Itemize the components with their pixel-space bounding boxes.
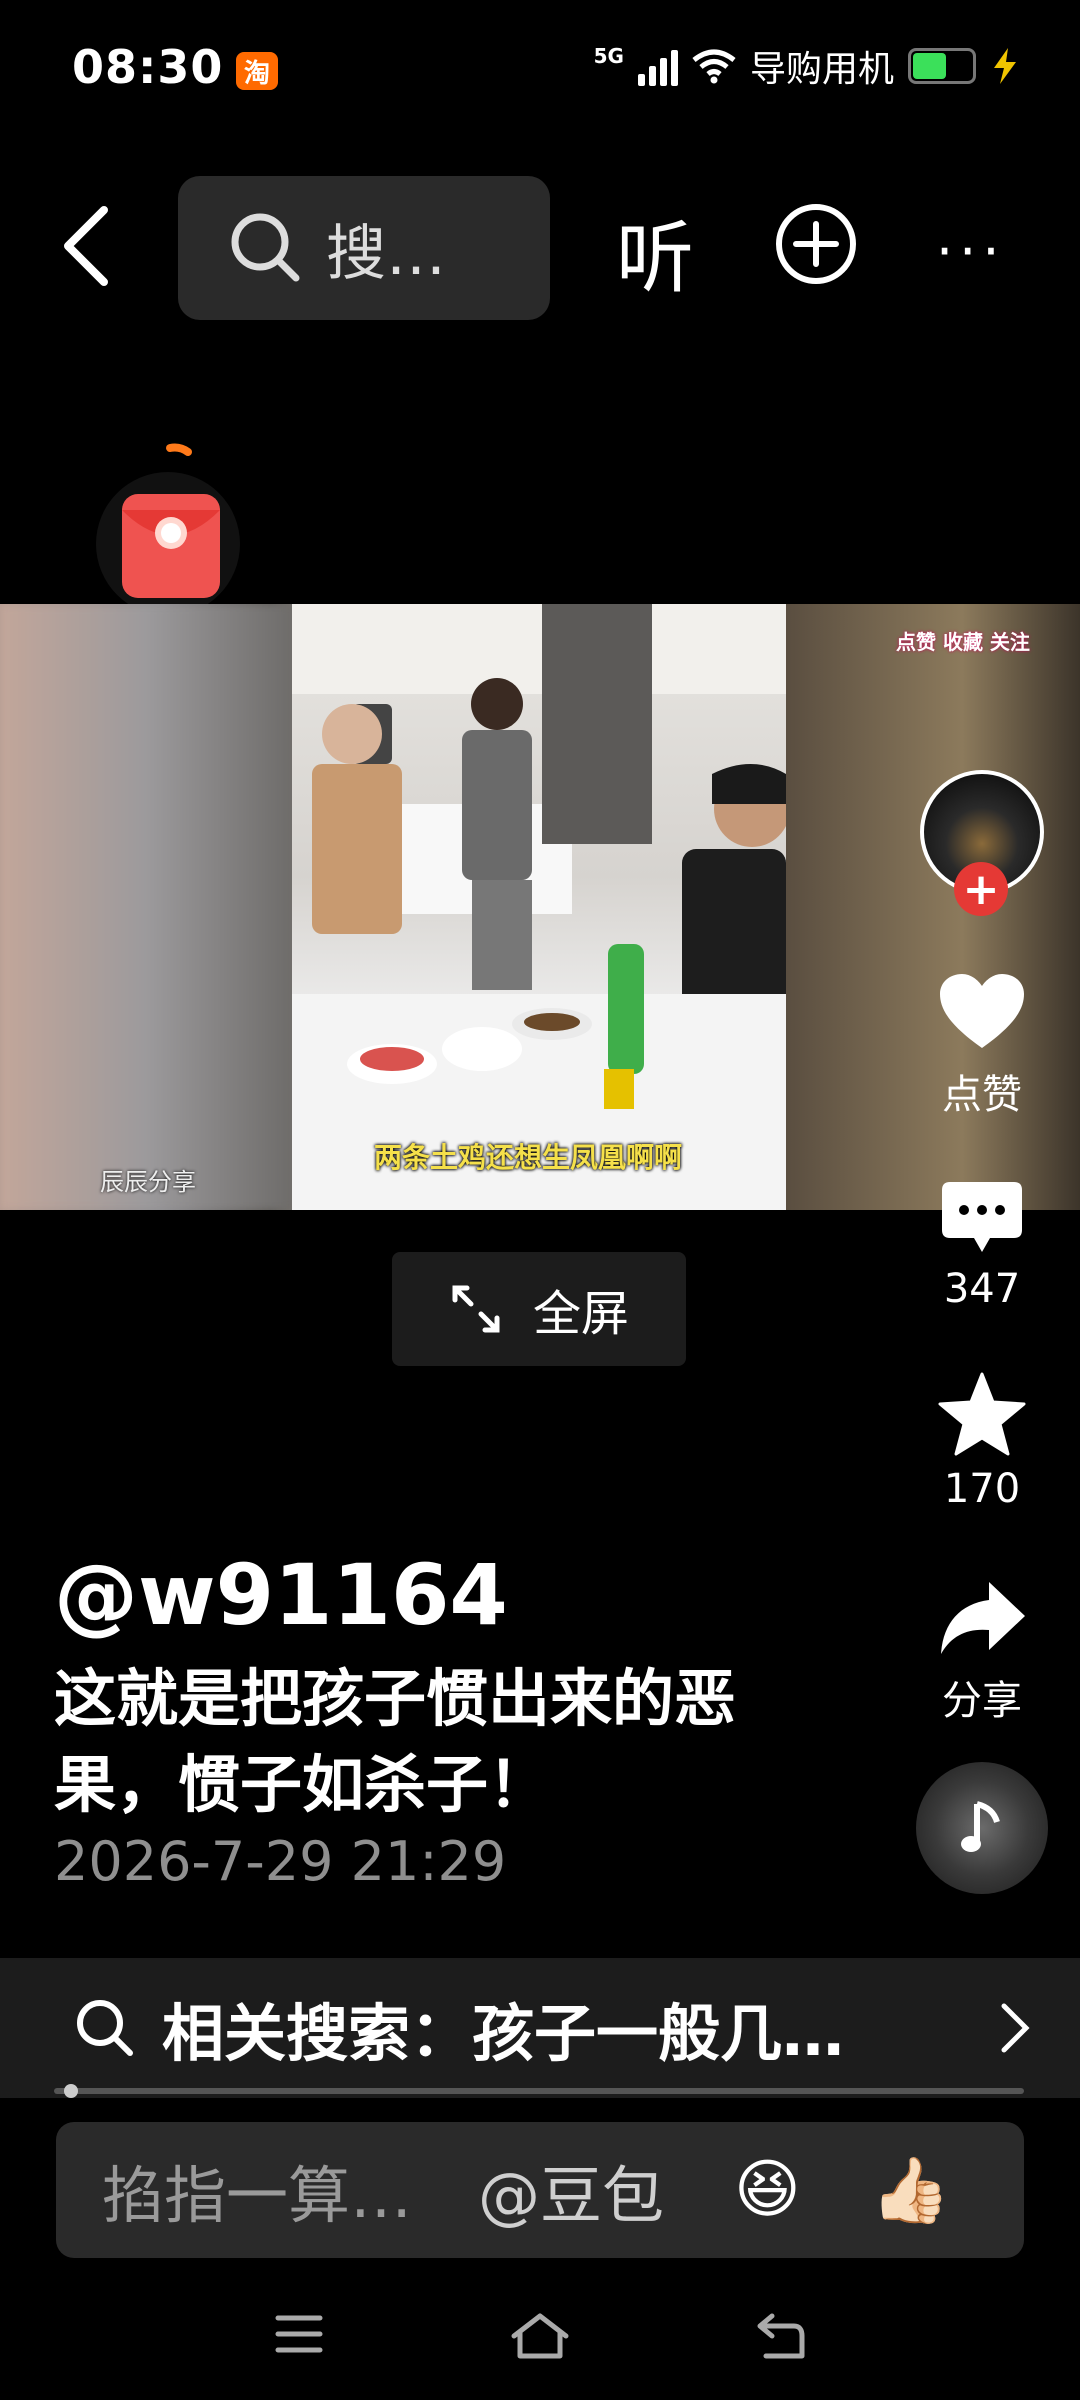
like-label: 点赞 <box>942 1072 1022 1118</box>
related-search-bar[interactable]: 相关搜索：孩子一般几… <box>0 1958 1080 2098</box>
add-icon <box>776 204 856 284</box>
battery-icon <box>908 48 976 84</box>
red-packet-icon <box>96 443 240 616</box>
video-progress-bar[interactable] <box>54 2088 1024 2094</box>
comment-icon <box>942 1182 1022 1252</box>
music-disc[interactable] <box>916 1762 1048 1894</box>
red-packet-widget[interactable] <box>84 440 252 620</box>
video-scene <box>292 604 790 1210</box>
favorite-button[interactable]: 170 <box>922 1372 1042 1512</box>
signal-icon <box>637 46 678 86</box>
fullscreen-label: 全屏 <box>532 1286 629 1342</box>
charging-icon <box>994 48 1016 84</box>
more-button[interactable]: ··· <box>936 220 1006 283</box>
video-progress-knob[interactable] <box>63 2084 78 2098</box>
video-left-blur <box>0 604 292 1210</box>
like-button[interactable]: 点赞 <box>922 972 1042 1120</box>
comment-input-bar[interactable]: 掐指一算… @豆包 😆 👍🏻 <box>56 2122 1024 2258</box>
video-subtitle: 两条土鸡还想生凤凰啊啊 <box>374 1141 683 1174</box>
back-button[interactable] <box>56 196 128 296</box>
video-watermark: 辰辰分享 <box>100 1168 196 1196</box>
fullscreen-icon <box>452 1285 500 1333</box>
home-icon <box>511 2313 569 2359</box>
add-button[interactable] <box>774 202 858 290</box>
author-username[interactable]: @w91164 <box>54 1546 508 1644</box>
back-nav-icon <box>757 2313 805 2359</box>
video-corner-label: 点赞 收藏 关注 <box>896 630 1030 654</box>
related-search-text: 相关搜索：孩子一般几… <box>162 1997 845 2070</box>
fullscreen-button[interactable]: 全屏 <box>392 1252 686 1366</box>
operator-label: 导购用机 <box>749 49 894 90</box>
menu-icon <box>275 2315 323 2353</box>
post-date: 2026-7-29 21:29 <box>54 1830 507 1893</box>
chevron-right-icon <box>1001 2003 1030 2053</box>
video-player[interactable]: 点赞 收藏 关注 两条土鸡还想生凤凰啊啊 辰辰分享 <box>0 604 1080 1210</box>
post-caption: 这就是把孩子惯出来的恶果，惯子如杀子！ <box>54 1662 737 1821</box>
heart-icon <box>940 974 1024 1048</box>
follow-icon: + <box>962 863 1000 915</box>
search-placeholder: 搜… <box>326 218 446 289</box>
more-icon: ··· <box>936 220 1006 283</box>
home-button[interactable] <box>510 2312 570 2366</box>
search-icon <box>231 213 300 282</box>
share-label: 分享 <box>942 1678 1022 1724</box>
status-time: 08:30 <box>72 40 224 94</box>
video-scene-illustration <box>292 604 790 1210</box>
search-box[interactable]: 搜… <box>178 176 550 320</box>
thumbs-up-emoji-button[interactable]: 👍🏻 <box>871 2153 951 2228</box>
comment-count: 347 <box>943 1266 1021 1312</box>
star-icon <box>938 1372 1026 1456</box>
wifi-icon <box>692 49 736 84</box>
comment-placeholder[interactable]: 掐指一算… <box>102 2145 412 2235</box>
laugh-emoji-button[interactable]: 😆 <box>734 2153 801 2227</box>
share-icon <box>941 1582 1025 1654</box>
doubao-mention-button[interactable]: @豆包 <box>478 2145 664 2235</box>
favorite-count: 170 <box>943 1466 1021 1512</box>
status-indicators: 5G 导购用机 <box>594 40 1020 92</box>
taobao-app-badge: 淘 <box>236 52 278 90</box>
search-icon <box>77 2000 133 2056</box>
follow-button[interactable]: + <box>954 862 1008 916</box>
system-back-button[interactable] <box>756 2312 806 2364</box>
music-icon <box>961 1801 1000 1852</box>
listen-button[interactable]: 听 <box>616 196 694 308</box>
back-icon <box>64 206 108 286</box>
comment-button[interactable]: 347 <box>922 1180 1042 1312</box>
network-type: 5G <box>593 44 624 68</box>
menu-button[interactable] <box>274 2312 324 2360</box>
share-button[interactable]: 分享 <box>922 1578 1042 1726</box>
